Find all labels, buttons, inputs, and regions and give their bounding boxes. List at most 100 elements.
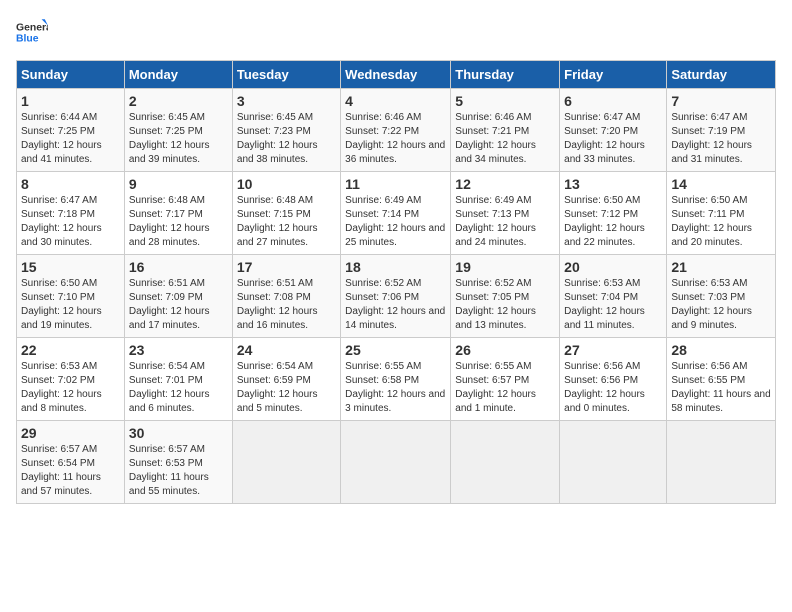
day-info: Sunrise: 6:50 AMSunset: 7:12 PMDaylight:… xyxy=(564,195,645,248)
calendar-cell xyxy=(341,421,451,504)
calendar-cell: 18 Sunrise: 6:52 AMSunset: 7:06 PMDaylig… xyxy=(341,255,451,338)
calendar-cell xyxy=(232,421,340,504)
day-number: 24 xyxy=(237,342,336,358)
day-info: Sunrise: 6:45 AMSunset: 7:25 PMDaylight:… xyxy=(129,112,210,165)
weekday-header: Friday xyxy=(560,61,667,89)
calendar-cell: 17 Sunrise: 6:51 AMSunset: 7:08 PMDaylig… xyxy=(232,255,340,338)
day-info: Sunrise: 6:55 AMSunset: 6:58 PMDaylight:… xyxy=(345,361,445,414)
day-number: 19 xyxy=(455,259,555,275)
calendar-cell: 14 Sunrise: 6:50 AMSunset: 7:11 PMDaylig… xyxy=(667,172,776,255)
day-info: Sunrise: 6:52 AMSunset: 7:05 PMDaylight:… xyxy=(455,278,536,331)
day-info: Sunrise: 6:54 AMSunset: 7:01 PMDaylight:… xyxy=(129,361,210,414)
day-number: 11 xyxy=(345,176,446,192)
weekday-header: Wednesday xyxy=(341,61,451,89)
day-number: 18 xyxy=(345,259,446,275)
calendar-cell: 6 Sunrise: 6:47 AMSunset: 7:20 PMDayligh… xyxy=(560,89,667,172)
day-number: 7 xyxy=(671,93,771,109)
day-info: Sunrise: 6:46 AMSunset: 7:21 PMDaylight:… xyxy=(455,112,536,165)
day-number: 22 xyxy=(21,342,120,358)
calendar-cell: 3 Sunrise: 6:45 AMSunset: 7:23 PMDayligh… xyxy=(232,89,340,172)
day-number: 16 xyxy=(129,259,228,275)
calendar-cell: 4 Sunrise: 6:46 AMSunset: 7:22 PMDayligh… xyxy=(341,89,451,172)
calendar-cell: 11 Sunrise: 6:49 AMSunset: 7:14 PMDaylig… xyxy=(341,172,451,255)
day-info: Sunrise: 6:44 AMSunset: 7:25 PMDaylight:… xyxy=(21,112,102,165)
day-number: 3 xyxy=(237,93,336,109)
day-info: Sunrise: 6:53 AMSunset: 7:03 PMDaylight:… xyxy=(671,278,752,331)
day-number: 25 xyxy=(345,342,446,358)
day-info: Sunrise: 6:53 AMSunset: 7:02 PMDaylight:… xyxy=(21,361,102,414)
calendar-cell: 26 Sunrise: 6:55 AMSunset: 6:57 PMDaylig… xyxy=(451,338,560,421)
day-number: 21 xyxy=(671,259,771,275)
calendar-cell: 9 Sunrise: 6:48 AMSunset: 7:17 PMDayligh… xyxy=(124,172,232,255)
logo-icon: General Blue xyxy=(16,16,48,48)
day-number: 8 xyxy=(21,176,120,192)
day-info: Sunrise: 6:47 AMSunset: 7:18 PMDaylight:… xyxy=(21,195,102,248)
day-number: 5 xyxy=(455,93,555,109)
day-number: 30 xyxy=(129,425,228,441)
calendar-cell: 28 Sunrise: 6:56 AMSunset: 6:55 PMDaylig… xyxy=(667,338,776,421)
weekday-header: Saturday xyxy=(667,61,776,89)
calendar-cell: 12 Sunrise: 6:49 AMSunset: 7:13 PMDaylig… xyxy=(451,172,560,255)
calendar-cell: 8 Sunrise: 6:47 AMSunset: 7:18 PMDayligh… xyxy=(17,172,125,255)
weekday-header: Monday xyxy=(124,61,232,89)
calendar-cell: 1 Sunrise: 6:44 AMSunset: 7:25 PMDayligh… xyxy=(17,89,125,172)
weekday-header: Sunday xyxy=(17,61,125,89)
calendar-cell: 30 Sunrise: 6:57 AMSunset: 6:53 PMDaylig… xyxy=(124,421,232,504)
day-info: Sunrise: 6:57 AMSunset: 6:53 PMDaylight:… xyxy=(129,444,209,497)
day-info: Sunrise: 6:48 AMSunset: 7:15 PMDaylight:… xyxy=(237,195,318,248)
calendar-cell: 23 Sunrise: 6:54 AMSunset: 7:01 PMDaylig… xyxy=(124,338,232,421)
day-info: Sunrise: 6:57 AMSunset: 6:54 PMDaylight:… xyxy=(21,444,101,497)
day-number: 28 xyxy=(671,342,771,358)
weekday-header: Tuesday xyxy=(232,61,340,89)
day-number: 27 xyxy=(564,342,662,358)
calendar-cell: 10 Sunrise: 6:48 AMSunset: 7:15 PMDaylig… xyxy=(232,172,340,255)
svg-text:General: General xyxy=(16,22,48,33)
calendar-cell: 2 Sunrise: 6:45 AMSunset: 7:25 PMDayligh… xyxy=(124,89,232,172)
calendar-cell: 16 Sunrise: 6:51 AMSunset: 7:09 PMDaylig… xyxy=(124,255,232,338)
calendar-cell: 19 Sunrise: 6:52 AMSunset: 7:05 PMDaylig… xyxy=(451,255,560,338)
day-info: Sunrise: 6:45 AMSunset: 7:23 PMDaylight:… xyxy=(237,112,318,165)
day-info: Sunrise: 6:46 AMSunset: 7:22 PMDaylight:… xyxy=(345,112,445,165)
calendar-cell: 15 Sunrise: 6:50 AMSunset: 7:10 PMDaylig… xyxy=(17,255,125,338)
day-info: Sunrise: 6:53 AMSunset: 7:04 PMDaylight:… xyxy=(564,278,645,331)
svg-text:Blue: Blue xyxy=(16,34,39,45)
calendar-cell: 25 Sunrise: 6:55 AMSunset: 6:58 PMDaylig… xyxy=(341,338,451,421)
day-info: Sunrise: 6:49 AMSunset: 7:13 PMDaylight:… xyxy=(455,195,536,248)
day-info: Sunrise: 6:51 AMSunset: 7:08 PMDaylight:… xyxy=(237,278,318,331)
calendar-cell: 22 Sunrise: 6:53 AMSunset: 7:02 PMDaylig… xyxy=(17,338,125,421)
day-number: 9 xyxy=(129,176,228,192)
calendar-cell: 13 Sunrise: 6:50 AMSunset: 7:12 PMDaylig… xyxy=(560,172,667,255)
day-number: 17 xyxy=(237,259,336,275)
calendar-table: SundayMondayTuesdayWednesdayThursdayFrid… xyxy=(16,60,776,504)
calendar-cell: 29 Sunrise: 6:57 AMSunset: 6:54 PMDaylig… xyxy=(17,421,125,504)
day-number: 10 xyxy=(237,176,336,192)
calendar-cell xyxy=(667,421,776,504)
day-info: Sunrise: 6:56 AMSunset: 6:56 PMDaylight:… xyxy=(564,361,645,414)
day-info: Sunrise: 6:47 AMSunset: 7:19 PMDaylight:… xyxy=(671,112,752,165)
day-number: 29 xyxy=(21,425,120,441)
day-info: Sunrise: 6:50 AMSunset: 7:10 PMDaylight:… xyxy=(21,278,102,331)
day-info: Sunrise: 6:47 AMSunset: 7:20 PMDaylight:… xyxy=(564,112,645,165)
day-number: 6 xyxy=(564,93,662,109)
day-info: Sunrise: 6:50 AMSunset: 7:11 PMDaylight:… xyxy=(671,195,752,248)
calendar-cell: 20 Sunrise: 6:53 AMSunset: 7:04 PMDaylig… xyxy=(560,255,667,338)
calendar-cell xyxy=(451,421,560,504)
calendar-cell xyxy=(560,421,667,504)
day-info: Sunrise: 6:51 AMSunset: 7:09 PMDaylight:… xyxy=(129,278,210,331)
day-number: 20 xyxy=(564,259,662,275)
calendar-cell: 24 Sunrise: 6:54 AMSunset: 6:59 PMDaylig… xyxy=(232,338,340,421)
day-number: 23 xyxy=(129,342,228,358)
day-info: Sunrise: 6:56 AMSunset: 6:55 PMDaylight:… xyxy=(671,361,770,414)
weekday-header: Thursday xyxy=(451,61,560,89)
day-number: 2 xyxy=(129,93,228,109)
calendar-cell: 7 Sunrise: 6:47 AMSunset: 7:19 PMDayligh… xyxy=(667,89,776,172)
day-number: 26 xyxy=(455,342,555,358)
calendar-cell: 5 Sunrise: 6:46 AMSunset: 7:21 PMDayligh… xyxy=(451,89,560,172)
day-number: 15 xyxy=(21,259,120,275)
day-info: Sunrise: 6:52 AMSunset: 7:06 PMDaylight:… xyxy=(345,278,445,331)
day-info: Sunrise: 6:48 AMSunset: 7:17 PMDaylight:… xyxy=(129,195,210,248)
day-number: 12 xyxy=(455,176,555,192)
day-info: Sunrise: 6:55 AMSunset: 6:57 PMDaylight:… xyxy=(455,361,536,414)
calendar-cell: 27 Sunrise: 6:56 AMSunset: 6:56 PMDaylig… xyxy=(560,338,667,421)
day-info: Sunrise: 6:54 AMSunset: 6:59 PMDaylight:… xyxy=(237,361,318,414)
